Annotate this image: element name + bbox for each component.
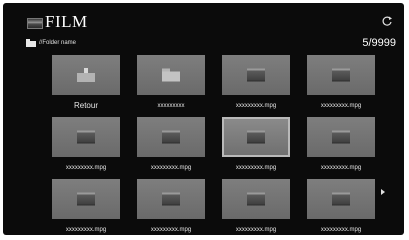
video-file-tile[interactable] [307, 179, 375, 219]
video-file-icon [332, 130, 350, 144]
video-file-icon [77, 130, 95, 144]
tile-label: xxxxxxxxx.mpg [320, 103, 362, 109]
video-file-tile[interactable] [307, 117, 375, 157]
video-file-tile[interactable] [52, 117, 120, 157]
video-file-icon [247, 130, 265, 144]
folder-tile[interactable] [137, 55, 205, 95]
video-file-icon [77, 192, 95, 206]
tile-label: xxxxxxxxx [157, 103, 185, 109]
video-file-tile[interactable] [52, 179, 120, 219]
tile-label: xxxxxxxxx.mpg [150, 165, 192, 171]
tile-label: xxxxxxxxx.mpg [150, 227, 192, 233]
media-browser-screen: FILM //Folder name 5/9999 Retour xxxxxxxx… [3, 3, 404, 235]
tile-label: xxxxxxxxx.mpg [235, 165, 277, 171]
tile-label: xxxxxxxxx.mpg [235, 227, 277, 233]
video-file-tile[interactable] [222, 55, 290, 95]
tile-label: xxxxxxxxx.mpg [320, 227, 362, 233]
video-file-icon [332, 68, 350, 82]
back-tile[interactable] [52, 55, 120, 95]
video-file-tile[interactable] [307, 55, 375, 95]
media-grid: Retour xxxxxxxxx xxxxxxxxx.mpg xxxxxxxxx.mp… [3, 3, 404, 235]
video-file-icon [247, 68, 265, 82]
tile-label: Retour [73, 101, 98, 110]
video-file-icon [332, 192, 350, 206]
tile-label: xxxxxxxxx.mpg [65, 165, 107, 171]
tile-label: xxxxxxxxx.mpg [320, 165, 362, 171]
tile-label: xxxxxxxxx.mpg [235, 103, 277, 109]
video-file-icon [162, 130, 180, 144]
video-file-tile[interactable] [222, 179, 290, 219]
video-file-tile[interactable] [137, 179, 205, 219]
video-file-tile[interactable] [137, 117, 205, 157]
back-folder-icon [77, 68, 95, 82]
video-file-icon [162, 192, 180, 206]
chevron-right-icon[interactable] [381, 189, 385, 195]
tile-label: xxxxxxxxx.mpg [65, 227, 107, 233]
video-file-icon [247, 192, 265, 206]
video-file-tile[interactable] [222, 117, 290, 157]
folder-icon [162, 68, 180, 82]
